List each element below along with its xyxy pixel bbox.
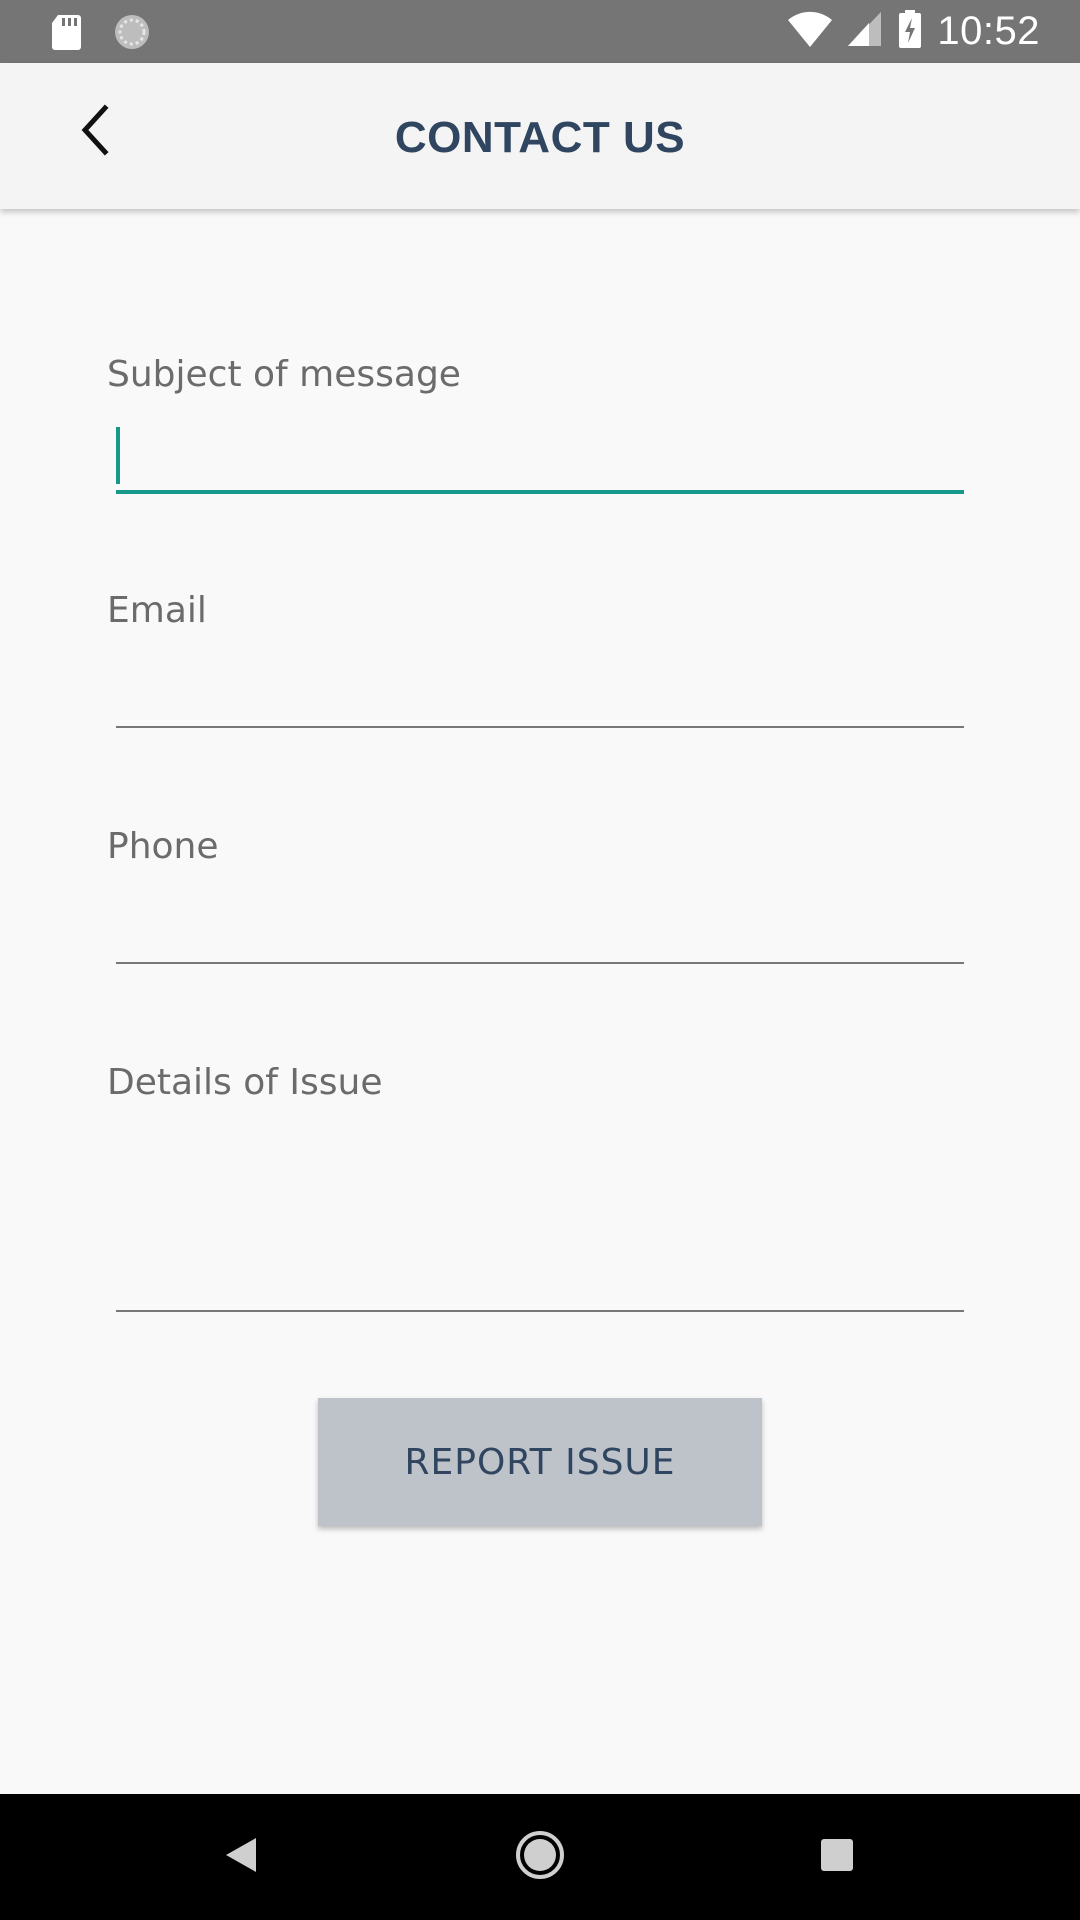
sd-card-icon [50,13,82,56]
nav-back-button[interactable] [181,1794,301,1920]
app-root: 10:52 CONTACT US Subject of message Emai… [0,0,1080,1920]
details-label: Details of Issue [107,1062,383,1103]
status-bar: 10:52 [0,0,1080,63]
app-bar: CONTACT US [0,63,1080,209]
subject-underline [116,490,964,494]
page-title: CONTACT US [394,113,686,162]
email-field[interactable] [116,660,964,724]
back-triangle-icon [224,1836,258,1879]
navigation-bar [0,1794,1080,1920]
phone-underline [116,962,964,964]
email-underline [116,726,964,728]
sync-icon [112,12,152,57]
nav-recents-button[interactable] [777,1794,897,1920]
home-circle-icon [515,1830,565,1885]
nav-home-button[interactable] [480,1794,600,1920]
details-underline [116,1310,964,1312]
battery-charging-icon [897,9,923,54]
report-issue-button[interactable]: REPORT ISSUE [318,1398,762,1526]
phone-label: Phone [107,826,219,867]
text-cursor [116,427,120,484]
status-time: 10:52 [937,9,1040,53]
subject-input[interactable] [116,424,964,488]
phone-field[interactable] [116,896,964,960]
details-textarea[interactable] [116,1130,964,1308]
back-button[interactable] [62,99,128,165]
chevron-left-icon [75,103,115,161]
email-label: Email [107,590,207,631]
cell-signal-icon [847,10,883,53]
recents-square-icon [819,1837,855,1878]
wifi-icon [787,10,833,53]
subject-label: Subject of message [107,354,461,395]
